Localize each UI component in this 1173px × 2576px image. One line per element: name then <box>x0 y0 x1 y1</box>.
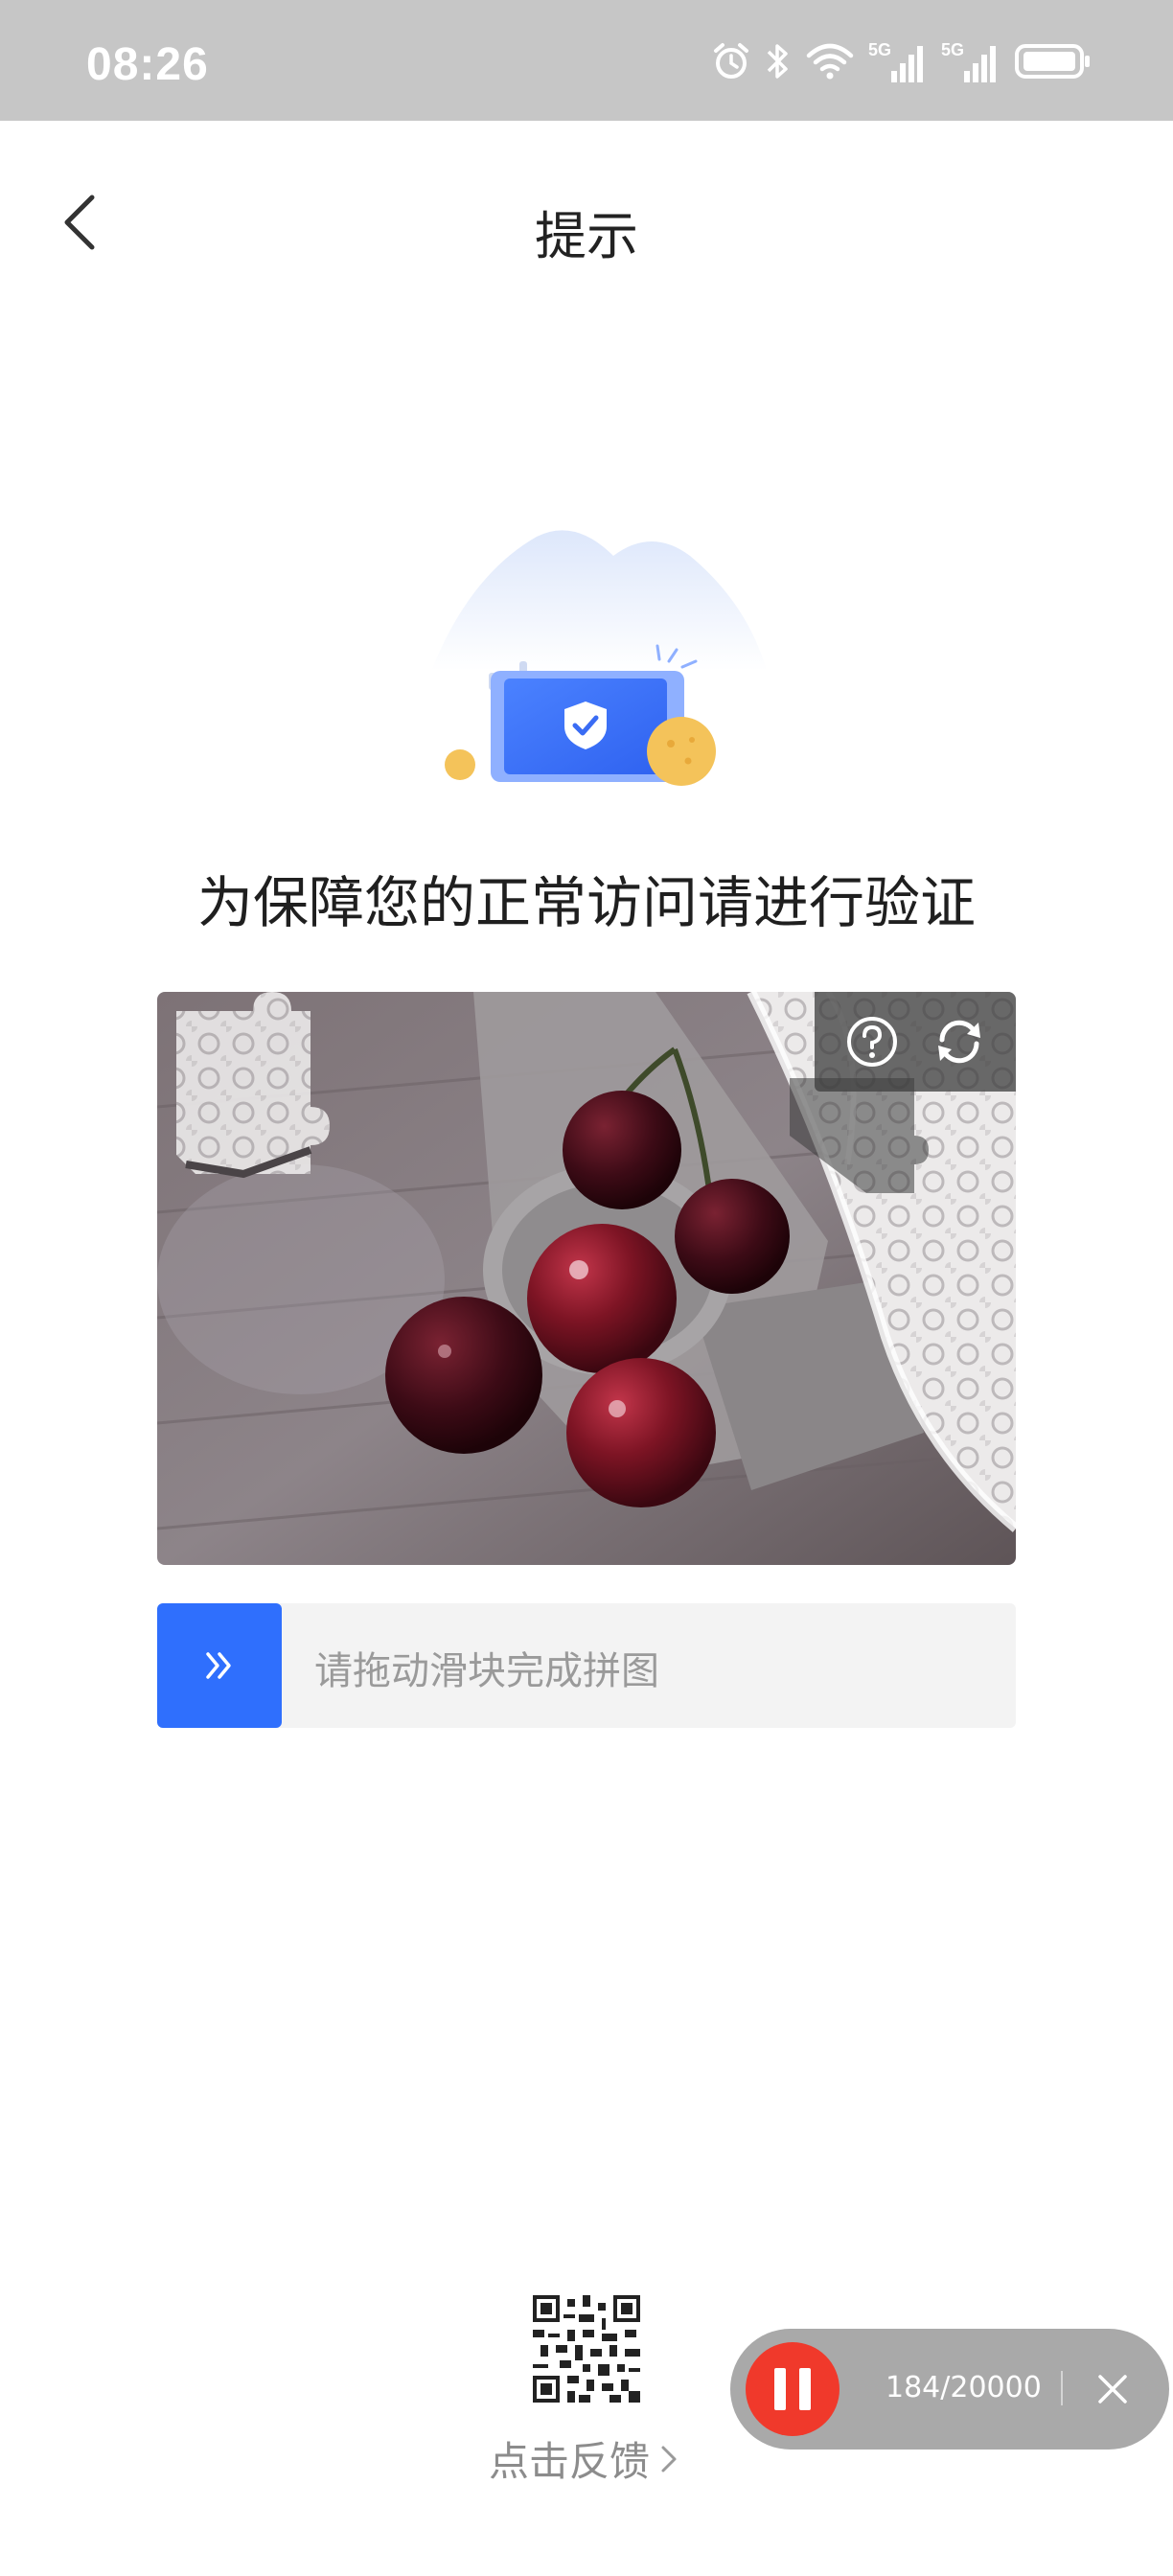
refresh-button[interactable] <box>931 1013 988 1070</box>
slider-handle[interactable] <box>157 1603 282 1728</box>
double-chevron-right-icon <box>206 1652 231 1679</box>
screen-recorder-widget[interactable]: 184/20000 <box>730 2329 1169 2450</box>
pause-icon <box>774 2368 786 2410</box>
captcha-slider[interactable]: 请拖动滑块完成拼图 <box>157 1603 1016 1728</box>
verify-heading: 为保障您的正常访问请进行验证 <box>196 870 976 935</box>
captcha-toolbar <box>815 992 1016 1092</box>
wifi-icon <box>806 43 854 80</box>
shield-phone-illustration <box>431 518 776 795</box>
page-title: 提示 <box>535 206 638 266</box>
qr-code-icon[interactable] <box>533 2295 640 2403</box>
signal-5g-icon: 5G <box>941 40 996 82</box>
captcha-image <box>157 992 1016 1565</box>
bluetooth-icon <box>767 44 788 79</box>
signal-5g-icon: 5G <box>868 40 923 82</box>
record-counter: 184/20000 <box>886 2371 1042 2404</box>
status-time: 08:26 <box>86 39 209 90</box>
chevron-right-icon <box>661 2446 677 2472</box>
refresh-icon <box>937 1020 980 1064</box>
close-icon <box>1098 2375 1127 2404</box>
status-icons: 5G 5G <box>711 38 1092 84</box>
help-icon <box>846 1017 897 1067</box>
help-button[interactable] <box>843 1013 901 1070</box>
divider <box>1061 2371 1063 2405</box>
svg-text:5G: 5G <box>941 40 964 59</box>
pause-button[interactable] <box>746 2342 840 2436</box>
battery-icon <box>1015 44 1090 79</box>
svg-text:5G: 5G <box>868 40 891 59</box>
close-recorder-button[interactable] <box>1085 2361 1140 2417</box>
feedback-label: 点击反馈 <box>489 2438 651 2485</box>
header: 提示 <box>0 121 1173 332</box>
status-bar: 08:26 5G 5G <box>0 0 1173 121</box>
feedback-link[interactable]: 点击反馈 <box>489 2429 680 2488</box>
slider-hint: 请拖动滑块完成拼图 <box>314 1649 659 1693</box>
alarm-icon <box>714 43 748 79</box>
